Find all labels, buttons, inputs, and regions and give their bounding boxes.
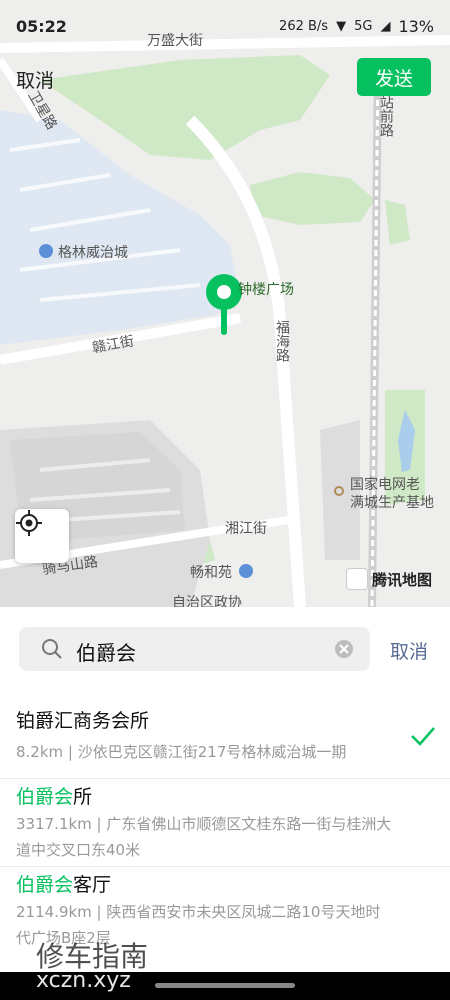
map-label-road-xiangjiang: 湘江街 — [225, 521, 267, 537]
cancel-search-button[interactable]: 取消 — [390, 637, 428, 664]
result-title: 伯爵会客厅 — [16, 874, 112, 896]
map-logo-text: 腾讯地图 — [372, 570, 433, 589]
clear-icon[interactable] — [334, 639, 354, 659]
result-item[interactable]: 伯爵会所 3317.1km | 广东省佛山市顺德区文桂东路一街与桂洲大道中交叉口… — [0, 779, 450, 867]
status-time: 05:22 — [16, 17, 67, 36]
cancel-button[interactable]: 取消 — [16, 66, 54, 93]
map-label-poi-grid2: 满城生产基地 — [350, 495, 434, 511]
map-provider-logo: 腾讯地图 — [346, 568, 432, 590]
locate-button[interactable] — [15, 509, 69, 563]
map-view[interactable]: 万盛大街 卫星路 站前路 格林威治城 钟楼广场 赣江街 福海路 国家电网老 满城… — [0, 0, 450, 607]
map-label-poi-zizhi: 自治区政协 — [172, 595, 242, 607]
check-icon — [411, 727, 435, 746]
wifi-icon: ▼ — [336, 19, 347, 34]
map-label-road-fuhai: 福海路 — [274, 320, 290, 362]
result-address: 3317.1km | 广东省佛山市顺德区文桂东路一街与桂洲大道中交叉口东40米 — [16, 815, 392, 859]
search-input[interactable]: 伯爵会 — [19, 627, 370, 671]
search-icon — [42, 639, 62, 659]
map-label-poi-gelin: 格林威治城 — [58, 245, 128, 261]
map-label-poi-grid: 国家电网老 — [350, 477, 420, 493]
map-label-road-station: 站前路 — [378, 95, 394, 137]
send-button[interactable]: 发送 — [357, 58, 431, 96]
tencent-map-icon — [346, 568, 368, 590]
status-icons: 262 B/s ▼ 5G ◢ 13% — [279, 17, 434, 36]
network-type: 5G — [354, 19, 373, 34]
map-label-poi-changhe: 畅和苑 — [190, 565, 232, 581]
result-address: 8.2km | 沙依巴克区赣江街217号格林威治城一期 — [16, 743, 347, 761]
signal-icon: ◢ — [380, 19, 391, 34]
result-list: 铂爵汇商务会所 8.2km | 沙依巴克区赣江街217号格林威治城一期 伯爵会所… — [0, 697, 450, 957]
result-title: 伯爵会所 — [16, 786, 93, 808]
status-bar: 05:22 262 B/s ▼ 5G ◢ 13% — [0, 0, 450, 54]
result-item[interactable]: 铂爵汇商务会所 8.2km | 沙依巴克区赣江街217号格林威治城一期 — [0, 697, 450, 779]
watermark-url: xczn.xyz — [36, 968, 131, 993]
battery-level: 13% — [398, 17, 434, 36]
home-indicator[interactable] — [155, 983, 295, 988]
crosshair-icon — [16, 510, 42, 536]
map-label-poi-zhonglou: 钟楼广场 — [238, 282, 294, 298]
result-title: 铂爵汇商务会所 — [16, 710, 150, 732]
search-query: 伯爵会 — [76, 641, 136, 665]
net-speed: 262 B/s — [279, 19, 329, 34]
